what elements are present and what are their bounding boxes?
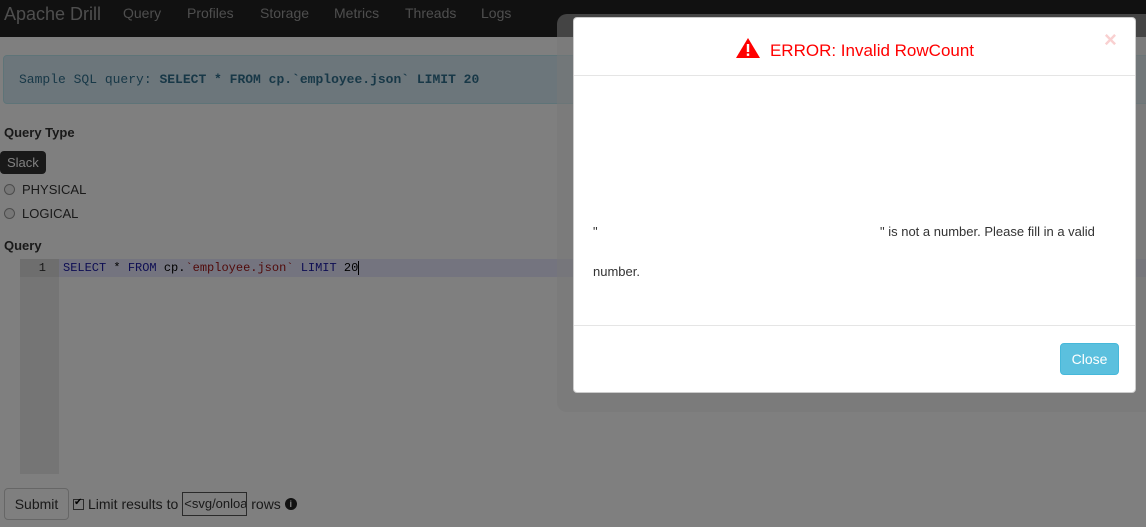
modal-header: ERROR: Invalid RowCount × [574, 18, 1135, 76]
close-icon[interactable]: × [1104, 29, 1117, 51]
modal-title-row: ERROR: Invalid RowCount [574, 37, 1135, 65]
error-modal: ERROR: Invalid RowCount × " " is not a n… [573, 17, 1136, 393]
error-message-quote: " [593, 224, 598, 239]
close-button[interactable]: Close [1060, 343, 1119, 375]
error-message-line2: number. [593, 264, 640, 279]
error-message: " is not a number. Please fill in a vali… [880, 224, 1095, 239]
warning-icon [735, 37, 761, 65]
modal-body: " " is not a number. Please fill in a va… [574, 76, 1135, 325]
modal-footer: Close [574, 325, 1135, 392]
modal-title: ERROR: Invalid RowCount [769, 41, 975, 60]
